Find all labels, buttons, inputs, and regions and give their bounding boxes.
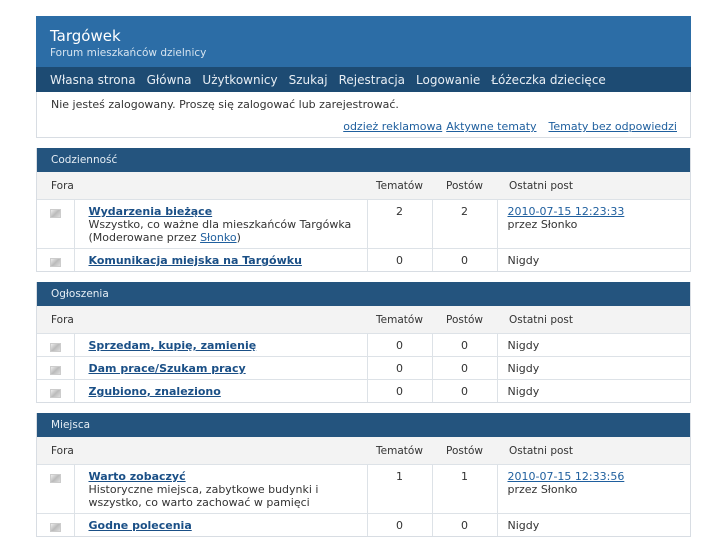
category-title: Ogłoszenia	[37, 282, 690, 306]
topic-count: 2	[366, 199, 432, 249]
col-forums: Fora	[37, 306, 367, 334]
ad-clothing-link[interactable]: odzież reklamowa	[343, 120, 442, 133]
moderator-link[interactable]: Słonko	[200, 231, 237, 244]
forum-status-icon	[50, 389, 61, 398]
forum-link[interactable]: Dam prace/Szukam pracy	[89, 362, 246, 375]
post-count: 2	[431, 199, 497, 249]
forum-link[interactable]: Sprzedam, kupię, zamienię	[89, 339, 257, 352]
last-post-author: przez Słonko	[507, 483, 578, 496]
forum-status-icon	[50, 209, 61, 218]
last-post-none: Nigdy	[507, 385, 540, 398]
forum-status-icon	[50, 343, 61, 352]
forum-link[interactable]: Wydarzenia bieżące	[89, 205, 213, 218]
post-count: 0	[431, 356, 497, 380]
category-section: Codzienność Fora Tematów Postów Ostatni …	[36, 148, 691, 272]
col-forums: Fora	[37, 172, 367, 200]
forum-row: Zgubiono, znaleziono 0 0 Nigdy	[37, 379, 690, 402]
forum-description: Wszystko, co ważne dla mieszkańców Targó…	[88, 218, 352, 231]
nav-login[interactable]: Logowanie	[416, 73, 480, 87]
forum-row: Sprzedam, kupię, zamienię 0 0 Nigdy	[37, 333, 690, 357]
col-posts: Postów	[432, 172, 497, 200]
last-post-none: Nigdy	[507, 519, 540, 532]
col-posts: Postów	[432, 306, 497, 334]
topic-count: 0	[366, 379, 432, 402]
forum-link[interactable]: Warto zobaczyć	[89, 470, 186, 483]
main-nav: Własna strona Główna Użytkownicy Szukaj …	[36, 67, 691, 92]
forum-row: Dam prace/Szukam pracy 0 0 Nigdy	[37, 356, 690, 380]
moderated-suffix: )	[236, 231, 241, 244]
topic-count: 0	[366, 248, 432, 271]
forum-status-icon	[50, 366, 61, 375]
forum-table: Fora Tematów Postów Ostatni post Wydarze…	[37, 172, 690, 271]
col-posts: Postów	[432, 437, 497, 465]
category-title: Codzienność	[37, 148, 690, 172]
forum-row: Warto zobaczyć Historyczne miejsca, zabyt…	[37, 464, 690, 514]
post-count: 1	[431, 464, 497, 514]
last-post-none: Nigdy	[507, 254, 540, 267]
forum-row: Godne polecenia 0 0 Nigdy	[37, 513, 690, 536]
login-notice: Nie jesteś zalogowany. Proszę się zalogo…	[36, 92, 691, 138]
nav-cribs[interactable]: Łóżeczka dziecięce	[491, 73, 606, 87]
col-topics: Tematów	[367, 306, 432, 334]
col-forums: Fora	[37, 437, 367, 465]
forum-moderators: (Moderowane przez Słonko)	[89, 231, 367, 244]
forum-page: Targówek Forum mieszkańców dzielnicy Wła…	[36, 16, 691, 537]
post-count: 0	[431, 379, 497, 402]
col-last-post: Ostatni post	[497, 437, 690, 465]
forum-status-icon	[50, 474, 61, 483]
site-header: Targówek Forum mieszkańców dzielnicy	[36, 16, 691, 67]
category-section: Miejsca Fora Tematów Postów Ostatni post…	[36, 413, 691, 537]
category-section: Ogłoszenia Fora Tematów Postów Ostatni p…	[36, 282, 691, 403]
last-post-author: przez Słonko	[507, 218, 578, 231]
forum-status-icon	[50, 258, 61, 267]
forum-link[interactable]: Zgubiono, znaleziono	[89, 385, 221, 398]
post-count: 0	[431, 513, 497, 536]
topic-count: 0	[366, 333, 432, 357]
moderated-by-label: (Moderowane przez	[88, 231, 201, 244]
col-topics: Tematów	[367, 172, 432, 200]
site-title: Targówek	[50, 27, 121, 45]
unanswered-topics-link[interactable]: Tematy bez odpowiedzi	[549, 120, 677, 133]
post-count: 0	[431, 333, 497, 357]
forum-link[interactable]: Godne polecenia	[89, 519, 192, 532]
forum-table: Fora Tematów Postów Ostatni post Warto z…	[37, 437, 690, 536]
nav-users[interactable]: Użytkownicy	[202, 73, 277, 87]
col-last-post: Ostatni post	[497, 172, 690, 200]
nav-own-page[interactable]: Własna strona	[50, 73, 136, 87]
forum-status-icon	[50, 523, 61, 532]
nav-register[interactable]: Rejestracja	[339, 73, 405, 87]
topic-count: 0	[366, 513, 432, 536]
topic-count: 1	[366, 464, 432, 514]
last-post-link[interactable]: 2010-07-15 12:23:33	[508, 205, 625, 218]
nav-home[interactable]: Główna	[147, 73, 192, 87]
forum-row: Wydarzenia bieżące Wszystko, co ważne dla…	[37, 199, 690, 249]
last-post-link[interactable]: 2010-07-15 12:33:56	[508, 470, 625, 483]
last-post-none: Nigdy	[507, 362, 540, 375]
site-subtitle: Forum mieszkańców dzielnicy	[50, 47, 207, 59]
notice-message: Nie jesteś zalogowany. Proszę się zalogo…	[51, 98, 399, 111]
category-title: Miejsca	[37, 413, 690, 437]
col-last-post: Ostatni post	[497, 306, 690, 334]
active-topics-link[interactable]: Aktywne tematy	[446, 120, 536, 133]
col-topics: Tematów	[367, 437, 432, 465]
forum-description: Historyczne miejsca, zabytkowe budynki i…	[88, 483, 319, 509]
last-post-none: Nigdy	[507, 339, 540, 352]
topic-count: 0	[366, 356, 432, 380]
post-count: 0	[431, 248, 497, 271]
forum-table: Fora Tematów Postów Ostatni post Sprzeda…	[37, 306, 690, 402]
forum-row: Komunikacja miejska na Targówku 0 0 Nigd…	[37, 248, 690, 271]
nav-search[interactable]: Szukaj	[289, 73, 328, 87]
forum-link[interactable]: Komunikacja miejska na Targówku	[89, 254, 302, 267]
